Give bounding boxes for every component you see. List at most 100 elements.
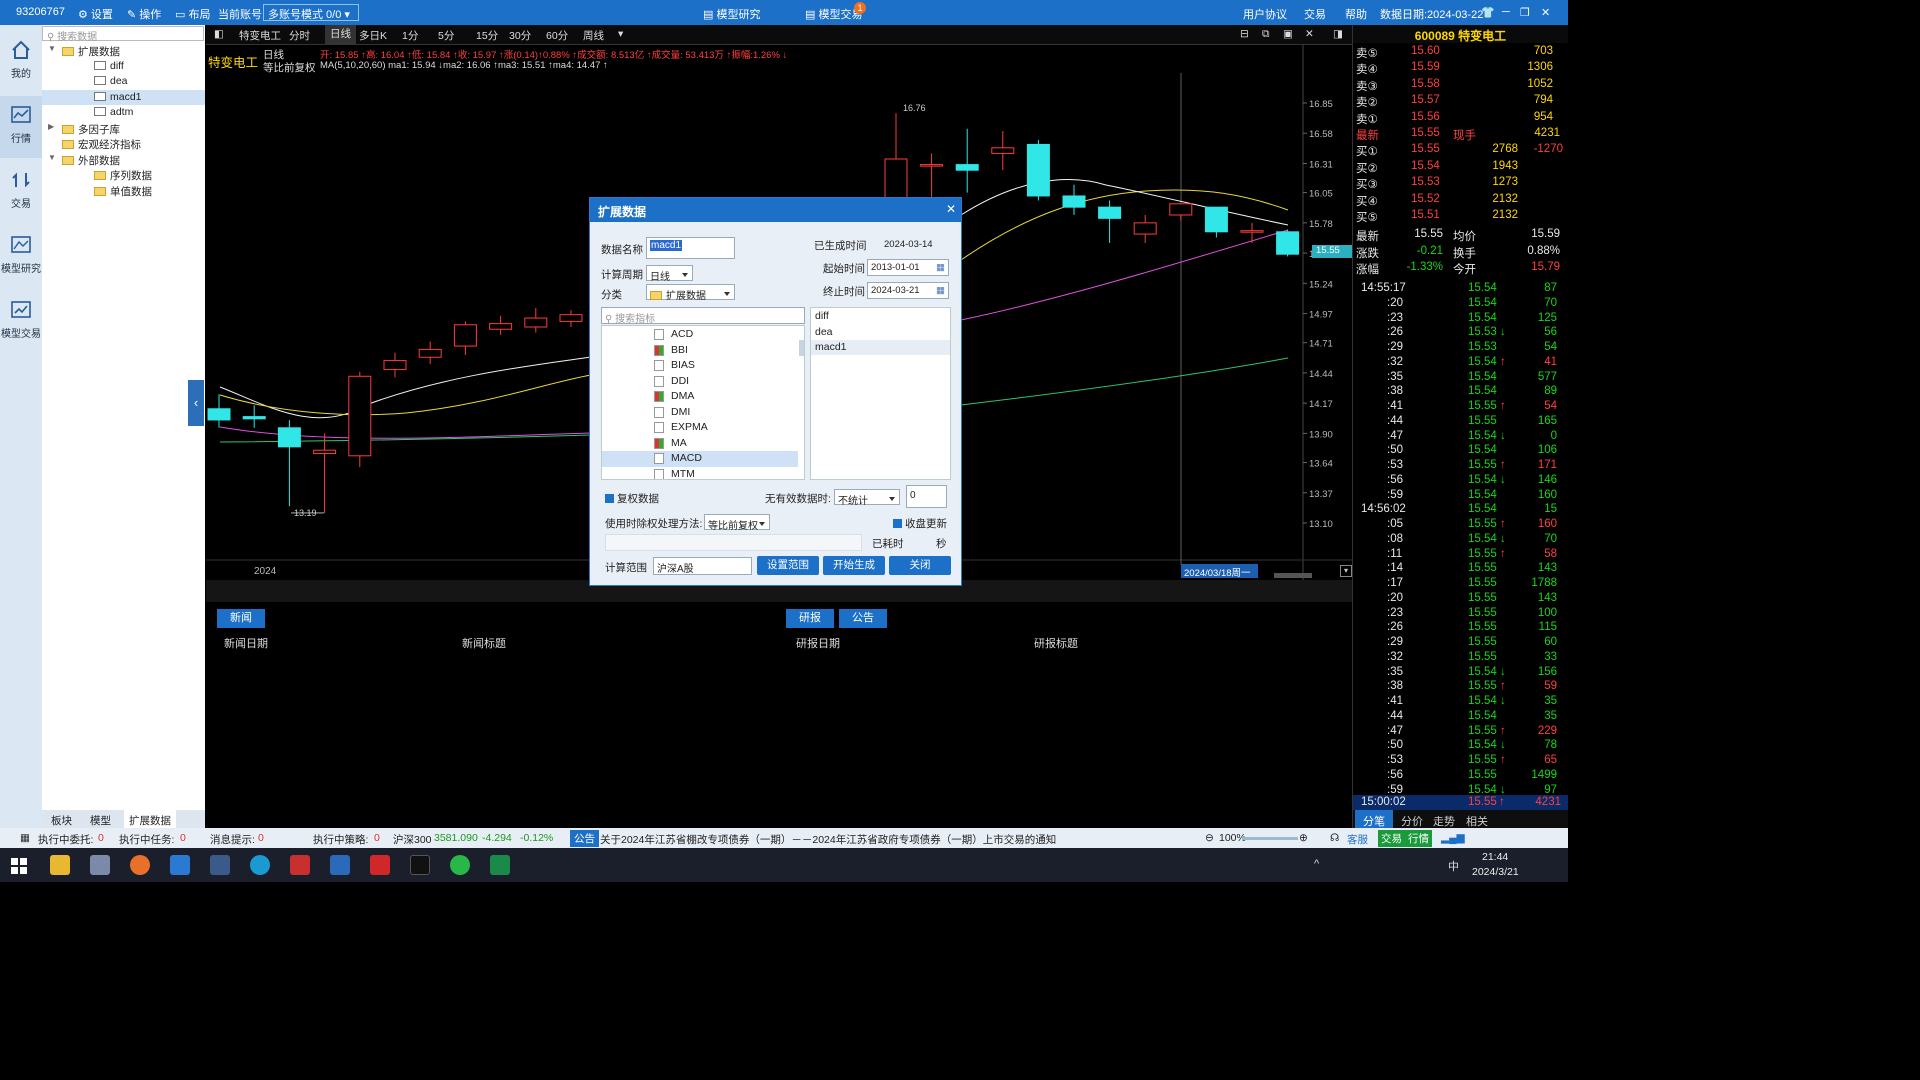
msg-label[interactable]: 消息提示:	[210, 832, 255, 847]
stock-name-tab[interactable]: 特变电工	[239, 28, 281, 43]
category-select[interactable]: 扩展数据	[646, 284, 735, 302]
exec-entrust-label[interactable]: 执行中委托:	[38, 832, 93, 847]
indicator-item[interactable]: MA	[602, 436, 798, 452]
tab-research[interactable]: 研报	[786, 609, 834, 628]
indicator-item[interactable]: DMA	[602, 389, 798, 405]
trade-app-icon[interactable]	[330, 855, 350, 875]
tab-models[interactable]: 模型	[90, 813, 111, 828]
period-tab[interactable]: 日线	[325, 25, 356, 44]
indicator-item[interactable]: ACD	[602, 327, 798, 343]
dialog-close-icon[interactable]: ✕	[946, 202, 956, 216]
set-range-button[interactable]: 设置范围	[757, 556, 819, 575]
account-mode-select[interactable]: 多账号模式 0/0 ▾	[263, 4, 359, 21]
indicator-item[interactable]: BBI	[602, 343, 798, 359]
panel-toggle-icon[interactable]: ◧	[214, 28, 224, 40]
chart-side-toggle-icon[interactable]: ◨	[1333, 28, 1343, 40]
period-select[interactable]: 日线	[646, 265, 693, 283]
skin-icon[interactable]: 👕	[1481, 6, 1495, 19]
qmt-app-icon[interactable]	[370, 855, 390, 875]
vscode-icon[interactable]	[170, 855, 190, 875]
tab-announce[interactable]: 公告	[839, 609, 887, 628]
tray-chevron-icon[interactable]: ^	[1314, 858, 1319, 870]
chart-scrollbar[interactable]	[1274, 573, 1312, 578]
announce-ticker[interactable]: 关于2024年江苏省棚改专项债券（一期）－－2024年江苏省政府专项债券（一期）…	[600, 832, 1056, 847]
indicator-item[interactable]: MTM	[602, 467, 798, 479]
windows-start-icon[interactable]	[11, 858, 27, 874]
file-explorer-icon[interactable]	[50, 855, 70, 875]
restore-icon[interactable]: ❐	[1520, 6, 1530, 19]
output-field-item[interactable]: macd1	[811, 340, 950, 355]
panel-collapse-handle[interactable]: ‹	[188, 380, 204, 426]
model-research-tab[interactable]: ▤ 模型研究	[703, 6, 760, 22]
output-field-item[interactable]: diff	[811, 309, 950, 324]
service-link[interactable]: 客服	[1347, 832, 1368, 847]
layout-menu[interactable]: ▭ 布局	[175, 6, 210, 22]
settings-menu[interactable]: ⚙ 设置	[78, 6, 113, 22]
remote-desktop-icon[interactable]	[490, 855, 510, 875]
operate-menu[interactable]: ✎ 操作	[127, 6, 161, 22]
tree-node[interactable]: ▼ 外部数据	[42, 152, 205, 167]
chart-close-icon[interactable]: ✕	[1305, 28, 1314, 40]
tree-node[interactable]: adtm	[42, 105, 205, 120]
tab-related[interactable]: 相关	[1466, 813, 1488, 829]
zoom-slider[interactable]	[1242, 837, 1298, 840]
tree-search-input[interactable]: ⚲ 搜索数据	[42, 26, 204, 43]
tab-price-dist[interactable]: 分价	[1401, 813, 1423, 829]
adjust-method-select[interactable]: 等比前复权	[704, 514, 770, 532]
edge-browser-icon[interactable]	[250, 855, 270, 875]
range-input[interactable]: 沪深A股	[653, 557, 752, 575]
indicator-list[interactable]: ACD BBI BIAS DDI DMA DMI EXPMA MA MACD MTM	[601, 325, 805, 480]
tab-news[interactable]: 新闻	[217, 609, 265, 628]
tree-node[interactable]: 单值数据	[42, 183, 205, 198]
service-icon[interactable]: ☊	[1330, 832, 1339, 844]
trade-menu[interactable]: 交易	[1304, 6, 1326, 22]
exec-strategy-label[interactable]: 执行中策略:	[313, 832, 368, 847]
close-icon[interactable]: ✕	[1541, 6, 1550, 19]
close-button[interactable]: 关闭	[889, 556, 951, 575]
adjust-data-checkbox[interactable]: 复权数据	[605, 491, 659, 506]
period-tab[interactable]: 60分	[546, 28, 568, 43]
nav-model-trade[interactable]: 模型交易	[0, 291, 42, 353]
period-tab[interactable]: 分时	[289, 28, 310, 43]
data-name-input[interactable]: macd1	[646, 237, 735, 259]
zoom-out-icon[interactable]: ⊖	[1205, 832, 1214, 844]
chart-tool-3-icon[interactable]: ▣	[1283, 28, 1293, 40]
exec-task-label[interactable]: 执行中任务:	[119, 832, 174, 847]
period-tab[interactable]: 1分	[402, 28, 418, 43]
expand-right-icon[interactable]: ▶	[48, 122, 54, 131]
indicator-item[interactable]: DMI	[602, 405, 798, 421]
nav-market[interactable]: 行情	[0, 96, 42, 158]
invalid-data-select[interactable]: 不统计	[834, 489, 900, 507]
chart-tool-2-icon[interactable]: ⧉	[1262, 28, 1270, 41]
nav-trade[interactable]: 交易	[0, 161, 42, 223]
nav-my[interactable]: 我的	[0, 31, 42, 93]
market-status[interactable]: 行情	[1405, 830, 1432, 847]
chart-tool-1-icon[interactable]: ⊟	[1240, 28, 1249, 40]
clock-time[interactable]: 21:44	[1482, 851, 1508, 863]
tree-node[interactable]: diff	[42, 59, 205, 74]
tab-extended-data[interactable]: 扩展数据	[124, 810, 176, 828]
chart-expand-icon[interactable]: ▾	[1340, 565, 1352, 577]
indicator-item[interactable]: EXPMA	[602, 420, 798, 436]
indicator-item[interactable]: MACD	[602, 451, 798, 467]
tree-node[interactable]: dea	[42, 74, 205, 89]
user-agreement-link[interactable]: 用户协议	[1243, 6, 1287, 22]
wechat-icon[interactable]	[450, 855, 470, 875]
search-app-icon[interactable]	[130, 855, 150, 875]
close-update-checkbox[interactable]: 收盘更新	[893, 516, 947, 531]
calculator-icon[interactable]	[210, 855, 230, 875]
period-tab[interactable]: 15分	[476, 28, 498, 43]
output-field-item[interactable]: dea	[811, 325, 950, 340]
period-tab[interactable]: 30分	[509, 28, 531, 43]
start-time-input[interactable]: 2013-01-01 ▦	[867, 259, 949, 276]
app-window-icon[interactable]	[90, 855, 110, 875]
tab-sectors[interactable]: 板块	[51, 813, 72, 828]
calendar-icon[interactable]: ▦	[936, 285, 945, 296]
tree-node[interactable]: macd1	[42, 89, 205, 105]
expand-down-icon[interactable]: ▼	[48, 44, 56, 53]
indicator-search-input[interactable]: ⚲ 搜索指标	[601, 307, 805, 324]
tab-ticks[interactable]: 分笔	[1355, 810, 1393, 828]
securities-app-icon[interactable]	[290, 855, 310, 875]
indicator-list-scrollbar[interactable]	[799, 340, 804, 356]
tree-node[interactable]: 序列数据	[42, 167, 205, 182]
